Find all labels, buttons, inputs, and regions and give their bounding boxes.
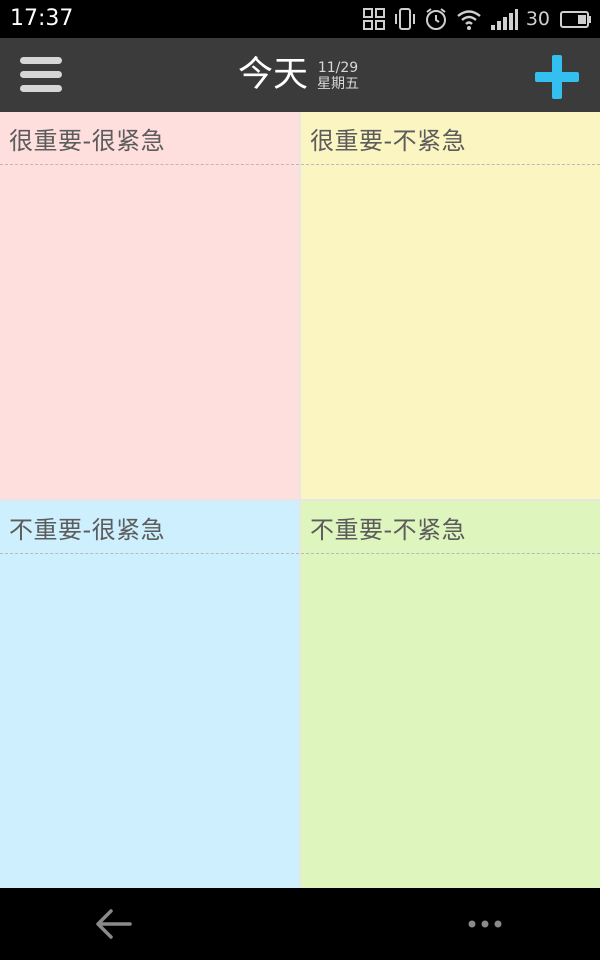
add-task-button[interactable] (534, 54, 580, 100)
page-title: 今天 (238, 55, 309, 95)
hamburger-menu-icon (20, 57, 62, 92)
scan-icon (362, 8, 385, 30)
navigation-bar (0, 888, 600, 960)
menu-button[interactable] (18, 54, 64, 96)
quadrant-unimportant-not-urgent[interactable]: 不重要-不紧急 (301, 501, 600, 888)
quadrant-header: 不重要-很紧急 (0, 501, 299, 554)
battery-level: 30 (525, 8, 550, 30)
date-display: 11/29 星期五 (317, 58, 359, 92)
status-bar: 17:37 30 (0, 0, 600, 38)
plus-icon (535, 55, 579, 99)
quadrant-title: 很重要-很紧急 (9, 127, 166, 155)
back-arrow-icon (96, 909, 132, 939)
wifi-icon (457, 10, 481, 30)
alarm-icon (425, 8, 446, 30)
priority-matrix: 很重要-很紧急 很重要-不紧急 不重要-很紧急 不重要-不紧急 (0, 112, 600, 888)
status-time: 17:37 (10, 6, 74, 31)
quadrant-title: 不重要-很紧急 (9, 516, 166, 544)
quadrant-important-urgent[interactable]: 很重要-很紧急 (0, 112, 299, 499)
status-icons: 30 (362, 5, 592, 33)
quadrant-header: 不重要-不紧急 (301, 501, 600, 554)
app-bar: 今天 11/29 星期五 (0, 38, 600, 112)
back-button[interactable] (94, 908, 134, 940)
date-label: 11/29 (317, 60, 359, 76)
weekday-label: 星期五 (317, 76, 360, 92)
signal-icon (490, 9, 518, 30)
vibrate-icon (394, 8, 415, 30)
quadrant-important-not-urgent[interactable]: 很重要-不紧急 (301, 112, 600, 499)
quadrant-title: 不重要-不紧急 (310, 516, 467, 544)
quadrant-title: 很重要-不紧急 (310, 127, 467, 155)
quadrant-header: 很重要-很紧急 (0, 112, 299, 165)
more-dots-icon (468, 920, 502, 928)
battery-icon (560, 11, 591, 28)
quadrant-header: 很重要-不紧急 (301, 112, 600, 165)
title-group: 今天 11/29 星期五 (238, 52, 359, 98)
quadrant-unimportant-urgent[interactable]: 不重要-很紧急 (0, 501, 299, 888)
more-button[interactable] (466, 914, 506, 934)
